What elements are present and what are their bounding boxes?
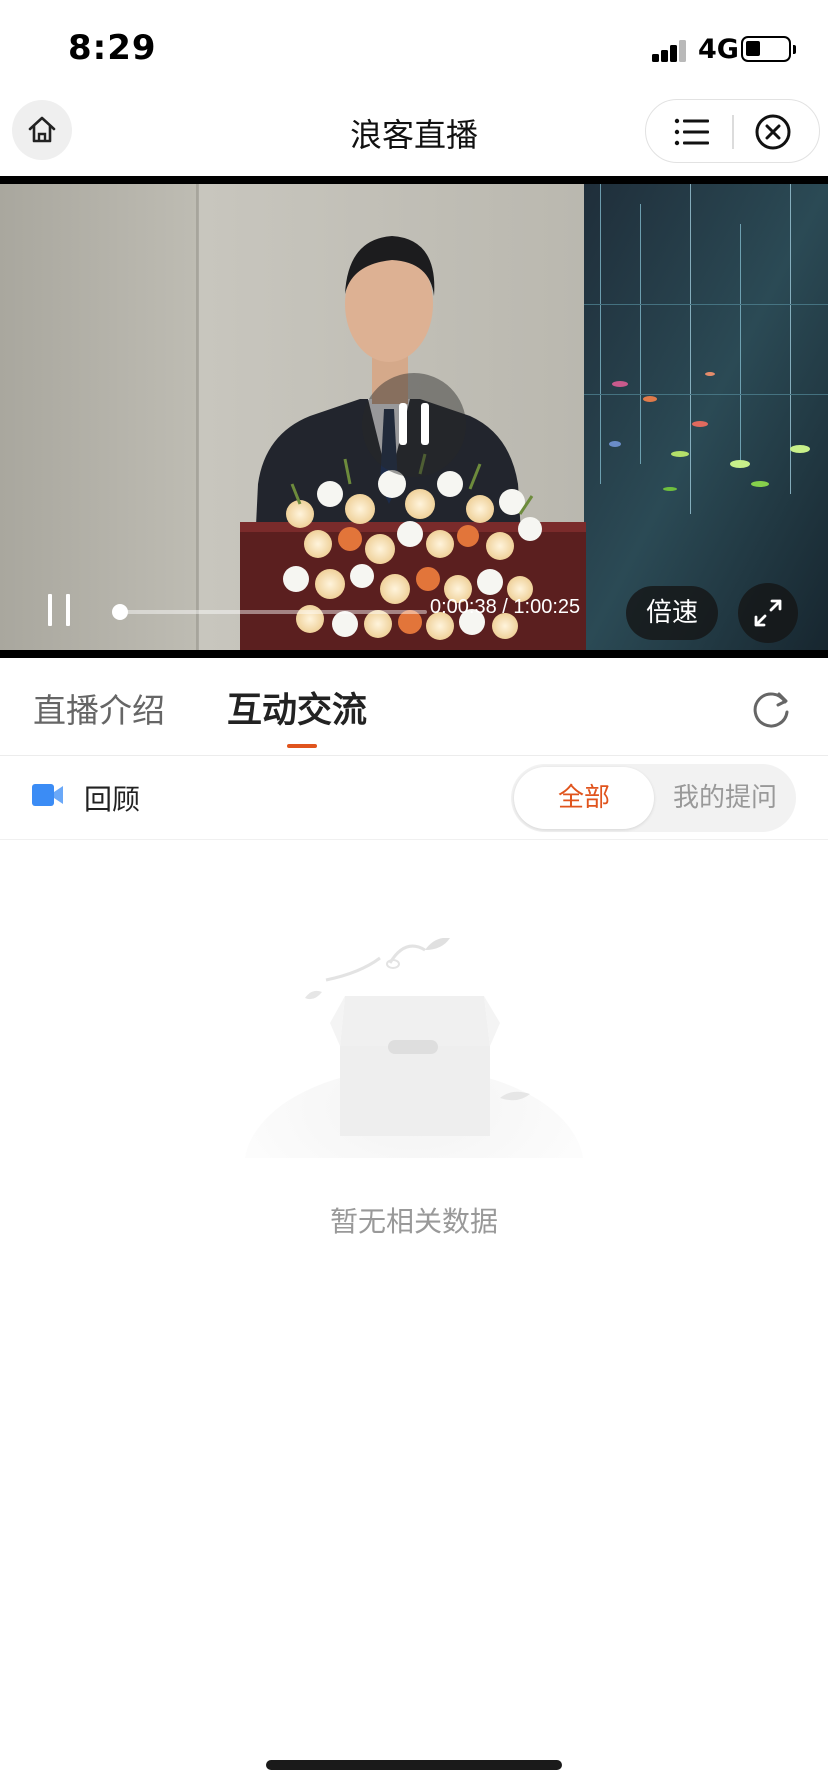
cellular-signal-icon	[652, 38, 688, 62]
time-readout: 0:00:38 / 1:00:25	[430, 596, 581, 618]
status-time: 8:29	[68, 28, 157, 68]
fullscreen-icon	[754, 599, 782, 627]
capsule-divider	[732, 115, 734, 149]
refresh-icon	[753, 692, 789, 728]
mini-program-capsule	[645, 99, 820, 163]
fullscreen-button[interactable]	[738, 583, 798, 643]
live-stream-page: 8:29 4G 浪客直播 0:00:38 / 1:00:25 倍速 直播介绍 互…	[0, 0, 828, 1792]
network-type: 4G	[698, 34, 739, 65]
close-circle-icon[interactable]	[754, 113, 792, 151]
filter-bar: 回顾 全部 我的提问	[0, 756, 828, 840]
tab-interaction[interactable]: 互动交流	[227, 682, 367, 733]
empty-state-message: 暂无相关数据	[329, 1205, 498, 1238]
tab-bar: 直播介绍 互动交流	[0, 658, 828, 756]
center-pause-button[interactable]	[362, 373, 466, 477]
list-icon[interactable]	[674, 116, 710, 148]
video-controls: 0:00:38 / 1:00:25 倍速	[0, 580, 828, 644]
empty-box-icon	[244, 938, 584, 1158]
filter-segmented-control: 全部 我的提问	[511, 764, 796, 832]
home-indicator	[266, 1760, 562, 1770]
pause-button[interactable]	[44, 594, 74, 628]
tab-live-intro[interactable]: 直播介绍	[33, 684, 165, 732]
filter-all-option[interactable]: 全部	[514, 767, 654, 829]
video-camera-icon	[32, 784, 63, 806]
speed-button[interactable]: 倍速	[626, 586, 718, 640]
status-bar: 8:29 4G	[0, 0, 828, 96]
nav-bar: 浪客直播	[0, 96, 828, 174]
progress-knob[interactable]	[112, 604, 129, 620]
active-tab-indicator	[287, 744, 317, 748]
video-player[interactable]: 0:00:38 / 1:00:25 倍速	[0, 176, 828, 658]
battery-icon	[741, 36, 796, 62]
replay-label: 回顾	[84, 783, 141, 816]
progress-bar[interactable]	[112, 604, 427, 620]
refresh-button[interactable]	[749, 688, 793, 732]
filter-my-questions-option[interactable]: 我的提问	[654, 767, 796, 829]
